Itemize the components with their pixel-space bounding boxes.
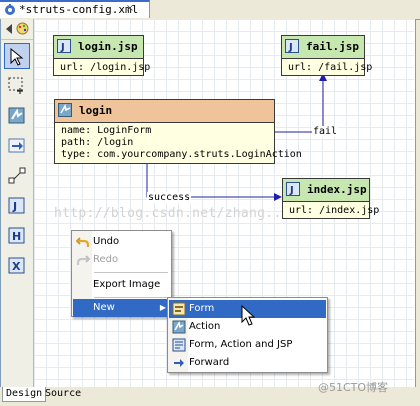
submenu-item-form-action-jsp[interactable]: Form, Action and JSP	[169, 336, 326, 354]
editor-tab[interactable]: *struts-config.xml ×	[0, 0, 150, 18]
node-header: login	[55, 100, 274, 123]
site-watermark: @51CTO博客	[318, 381, 389, 394]
exception-tool-button[interactable]: X	[4, 253, 30, 279]
menu-separator	[94, 272, 168, 273]
svg-text:J: J	[288, 42, 293, 53]
menu-item-redo[interactable]: Redo	[73, 251, 170, 269]
svg-text:J: J	[12, 200, 17, 213]
forward-icon	[172, 356, 186, 370]
submenu-arrow-icon: ▶	[159, 303, 166, 312]
marquee-tool-icon	[8, 77, 23, 94]
menu-item-undo[interactable]: Undo	[73, 233, 170, 251]
svg-text:X: X	[12, 260, 21, 273]
mouse-cursor-icon	[241, 305, 256, 326]
editor-tab-bar: *struts-config.xml ×	[0, 0, 420, 20]
svg-text:J: J	[60, 42, 65, 53]
success-arrowhead	[274, 193, 282, 201]
collapse-arrow-icon[interactable]	[5, 24, 13, 37]
jsp-tool-button[interactable]: J	[4, 193, 30, 219]
struts-config-icon	[4, 4, 15, 15]
undo-icon	[75, 235, 90, 249]
jsp-icon: J	[285, 39, 300, 54]
menu-item-label: Undo	[93, 236, 120, 247]
fail-connection	[274, 80, 324, 133]
action-icon	[58, 103, 73, 118]
node-title: login.jsp	[78, 40, 138, 53]
forward-tool-button[interactable]	[4, 133, 30, 159]
node-url: url: /login.jsp	[60, 62, 151, 73]
action-path: path: /login	[61, 137, 134, 148]
action-form-name: name: LoginForm	[61, 125, 152, 136]
node-title: index.jsp	[307, 183, 367, 196]
node-header: J fail.jsp	[282, 36, 364, 59]
menu-item-label: Forward	[189, 357, 230, 368]
node-body: name: LoginForm path: /login type: com.you…	[55, 123, 302, 164]
jsp-icon: J	[57, 39, 72, 54]
close-icon[interactable]: ×	[124, 3, 136, 15]
forward-tool-icon	[8, 138, 25, 153]
editor-tab-title: *struts-config.xml	[19, 3, 139, 16]
action-tool-button[interactable]	[4, 103, 30, 129]
jsp-icon: J	[286, 182, 301, 197]
select-tool-button[interactable]	[4, 43, 30, 69]
palette-settings-icon[interactable]	[16, 22, 29, 38]
html-tool-icon: H	[8, 227, 25, 244]
context-menu: Undo Redo Export Image New ▶	[71, 230, 172, 317]
select-tool-icon	[10, 48, 24, 66]
marquee-tool-button[interactable]	[4, 73, 30, 99]
svg-text:H: H	[12, 230, 21, 243]
redo-icon	[76, 253, 91, 267]
success-edge-label: success	[147, 192, 192, 203]
menu-item-label: Redo	[93, 254, 119, 265]
action-tool-icon	[8, 107, 25, 124]
node-url: url: /index.jsp	[289, 205, 380, 216]
menu-item-label: Action	[189, 321, 221, 332]
node-header: J login.jsp	[54, 36, 143, 59]
menu-item-export-image[interactable]: Export Image	[73, 276, 170, 294]
login-action-node[interactable]: login name: LoginForm path: /login type: c…	[54, 99, 302, 164]
menu-item-new[interactable]: New ▶	[73, 299, 170, 317]
connection-tool-button[interactable]	[4, 163, 30, 189]
jsp-tool-icon: J	[8, 197, 25, 214]
menu-item-label: New	[93, 302, 115, 313]
submenu-item-forward[interactable]: Forward	[169, 354, 326, 372]
node-title: fail.jsp	[306, 40, 359, 53]
palette-header	[1, 19, 33, 40]
fail-jsp-node[interactable]: J fail.jsp url: /fail.jsp	[281, 35, 373, 76]
form-icon	[172, 302, 186, 316]
node-title: login	[79, 104, 113, 117]
connection-tool-icon	[8, 167, 26, 184]
tab-source[interactable]: Source	[42, 387, 84, 402]
node-header: J index.jsp	[283, 179, 369, 202]
exception-tool-icon: X	[8, 257, 25, 274]
tab-design[interactable]: Design	[2, 387, 47, 402]
index-jsp-node[interactable]: J index.jsp url: /index.jsp	[282, 178, 380, 219]
action-type: type: com.yourcompany.struts.LoginAction	[61, 149, 302, 160]
node-url: url: /fail.jsp	[288, 62, 373, 73]
tool-palette: J H X	[1, 19, 34, 387]
menu-item-label: Form	[189, 303, 215, 314]
menu-item-label: Form, Action and JSP	[189, 339, 293, 350]
menu-item-label: Export Image	[93, 279, 161, 290]
fail-edge-label: fail	[312, 126, 339, 137]
html-tool-button[interactable]: H	[4, 223, 30, 249]
form-action-jsp-icon	[172, 338, 186, 352]
menu-separator	[94, 297, 168, 298]
login-jsp-node[interactable]: J login.jsp url: /login.jsp	[53, 35, 151, 76]
svg-text:J: J	[289, 185, 294, 196]
action-icon	[172, 320, 186, 334]
